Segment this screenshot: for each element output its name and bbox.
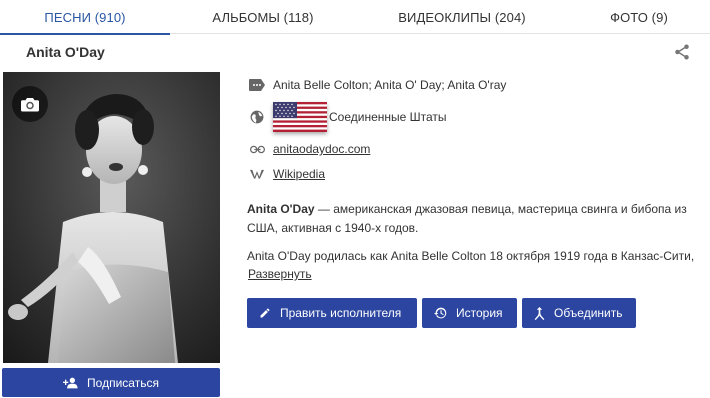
camera-icon xyxy=(21,98,39,112)
bio-artist-name: Anita O'Day xyxy=(247,202,315,216)
title-row: Anita O'Day xyxy=(0,36,710,70)
add-user-icon xyxy=(63,377,78,388)
merge-icon xyxy=(534,306,545,320)
website-row: anitaodaydoc.com xyxy=(249,141,370,157)
edit-artist-label: Править исполнителя xyxy=(280,306,402,320)
history-icon xyxy=(434,307,447,319)
tab-bar: ПЕСНИ (910) АЛЬБОМЫ (118) ВИДЕОКЛИПЫ (20… xyxy=(0,0,710,35)
wikipedia-icon xyxy=(249,166,265,182)
website-link[interactable]: anitaodaydoc.com xyxy=(273,142,370,156)
artist-name-title: Anita O'Day xyxy=(26,44,105,60)
subscribe-button[interactable]: Подписаться xyxy=(2,368,220,397)
tab-songs[interactable]: ПЕСНИ (910) xyxy=(0,0,170,35)
bio-more: Anita O'Day родилась как Anita Belle Col… xyxy=(247,249,695,263)
tab-albums[interactable]: АЛЬБОМЫ (118) xyxy=(170,0,356,34)
subscribe-label: Подписаться xyxy=(87,375,159,390)
share-icon[interactable] xyxy=(673,43,691,61)
history-label: История xyxy=(456,306,503,320)
pencil-icon xyxy=(260,308,270,318)
aka-text: Anita Belle Colton; Anita O' Day; Anita … xyxy=(273,78,507,92)
action-buttons: Править исполнителя История Объединить xyxy=(247,298,636,328)
bio-short: Anita O'Day — американская джазовая певи… xyxy=(247,200,703,237)
label-icon xyxy=(249,77,265,93)
merge-button[interactable]: Объединить xyxy=(522,298,636,328)
country-text: Соединенные Штаты xyxy=(329,110,447,124)
artist-photo xyxy=(3,72,220,363)
tab-videos[interactable]: ВИДЕОКЛИПЫ (204) xyxy=(356,0,568,34)
edit-artist-button[interactable]: Править исполнителя xyxy=(247,298,417,328)
wikipedia-row: Wikipedia xyxy=(249,166,325,182)
us-flag-icon xyxy=(273,102,327,132)
expand-link[interactable]: Развернуть xyxy=(248,267,312,281)
country-row: Соединенные Штаты xyxy=(249,102,447,132)
tab-photos[interactable]: ФОТО (9) xyxy=(568,0,710,34)
link-icon xyxy=(249,141,265,157)
aka-row: Anita Belle Colton; Anita O' Day; Anita … xyxy=(249,77,506,93)
wikipedia-link[interactable]: Wikipedia xyxy=(273,167,325,181)
globe-icon xyxy=(249,109,265,125)
history-button[interactable]: История xyxy=(422,298,517,328)
camera-button[interactable] xyxy=(12,86,48,122)
merge-label: Объединить xyxy=(554,306,623,320)
